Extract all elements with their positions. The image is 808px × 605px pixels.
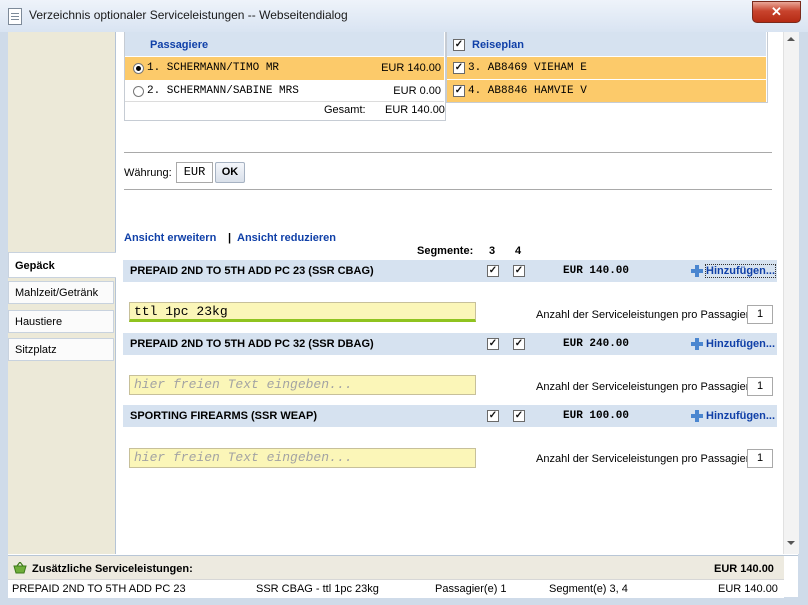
service-3-text-input[interactable]: hier freien Text eingeben...: [129, 448, 476, 468]
service-1-title: PREPAID 2ND TO 5TH ADD PC 23 (SSR CBAG): [130, 265, 374, 277]
view-link-separator: |: [228, 232, 232, 244]
window-frame-right: [798, 32, 808, 605]
service-2-seg3-checkbox[interactable]: ✓: [487, 338, 499, 350]
service-2-seg4-checkbox[interactable]: ✓: [513, 338, 525, 350]
passenger-1-amount: EUR 140.00: [381, 62, 441, 74]
passenger-total-value: EUR 140.00: [385, 104, 445, 116]
passenger-total-label: Gesamt:: [324, 104, 366, 116]
expand-view-link[interactable]: Ansicht erweitern: [124, 232, 216, 244]
service-2-title: PREPAID 2ND TO 5TH ADD PC 32 (SSR DBAG): [130, 338, 374, 350]
summary-amount: EUR 140.00: [718, 583, 778, 595]
service-1-count-input[interactable]: 1: [747, 305, 773, 324]
service-2-price: EUR 240.00: [563, 338, 630, 350]
itinerary-row-2[interactable]: ✓ 4. AB8846 HAMVIE V: [447, 80, 766, 102]
scroll-up-button[interactable]: [784, 33, 797, 46]
basket-icon: [13, 562, 27, 574]
summary-total: EUR 140.00: [714, 563, 774, 575]
service-3-add-icon: [691, 410, 703, 422]
summary-passengers: Passagier(e) 1: [435, 583, 507, 595]
window-title: Verzeichnis optionaler Serviceleistungen…: [29, 8, 348, 22]
summary-service-code: SSR CBAG - ttl 1pc 23kg: [256, 583, 379, 595]
service-1-seg3-checkbox[interactable]: ✓: [487, 265, 499, 277]
passenger-1-name: 1. SCHERMANN/TIMO MR: [147, 62, 280, 74]
reduce-view-link[interactable]: Ansicht reduzieren: [237, 232, 336, 244]
passenger-row-1[interactable]: 1. SCHERMANN/TIMO MR EUR 140.00: [125, 57, 444, 80]
itinerary-header-label: Reiseplan: [472, 39, 524, 51]
segments-label: Segmente:: [417, 245, 474, 257]
service-1-price: EUR 140.00: [563, 265, 630, 277]
sidebar-item-sitzplatz[interactable]: Sitzplatz: [8, 338, 114, 361]
passenger-2-radio[interactable]: [133, 86, 144, 97]
sidebar-item-gepaeck[interactable]: Gepäck: [8, 252, 116, 278]
currency-input[interactable]: EUR: [176, 162, 213, 183]
service-1-text-input[interactable]: ttl 1pc 23kg: [129, 302, 476, 322]
summary-title: Zusätzliche Serviceleistungen:: [32, 563, 193, 575]
itinerary-all-checkbox[interactable]: ✓: [453, 39, 465, 51]
service-3-add-button[interactable]: Hinzufügen...: [706, 410, 775, 422]
close-button[interactable]: ✕: [752, 1, 801, 23]
service-3-title: SPORTING FIREARMS (SSR WEAP): [130, 410, 318, 422]
service-1-add-icon: [691, 265, 703, 277]
service-3-seg4-checkbox[interactable]: ✓: [513, 410, 525, 422]
currency-ok-button[interactable]: OK: [215, 162, 245, 183]
service-1-add-button[interactable]: Hinzufügen...: [704, 264, 777, 278]
service-3-count-label: Anzahl der Serviceleistungen pro Passagi…: [536, 453, 753, 465]
passenger-2-name: 2. SCHERMANN/SABINE MRS: [147, 85, 299, 97]
service-1-count-label: Anzahl der Serviceleistungen pro Passagi…: [536, 309, 753, 321]
itinerary-1-checkbox[interactable]: ✓: [453, 62, 465, 74]
divider-top: [124, 152, 772, 153]
vertical-scrollbar[interactable]: [783, 32, 799, 554]
passenger-row-2[interactable]: 2. SCHERMANN/SABINE MRS EUR 0.00: [125, 80, 444, 103]
service-2-count-input[interactable]: 1: [747, 377, 773, 396]
itinerary-2-label: 4. AB8846 HAMVIE V: [468, 85, 587, 97]
scroll-up-icon: [786, 37, 795, 41]
scroll-down-button[interactable]: [784, 537, 797, 550]
sidebar-item-mahlzeit[interactable]: Mahlzeit/Getränk: [8, 281, 114, 304]
passenger-1-radio[interactable]: [133, 63, 144, 74]
service-1-seg4-checkbox[interactable]: ✓: [513, 265, 525, 277]
window-frame-left: [0, 32, 8, 605]
currency-label: Währung:: [124, 167, 172, 179]
summary-service-name: PREPAID 2ND TO 5TH ADD PC 23: [12, 583, 186, 595]
summary-segments: Segment(e) 3, 4: [549, 583, 628, 595]
segment-3-heading: 3: [489, 245, 496, 257]
service-3-seg3-checkbox[interactable]: ✓: [487, 410, 499, 422]
service-2-text-input[interactable]: hier freien Text eingeben...: [129, 375, 476, 395]
window-frame-bottom: [0, 597, 808, 605]
sidebar-item-haustiere[interactable]: Haustiere: [8, 310, 114, 333]
passenger-2-amount: EUR 0.00: [393, 85, 441, 97]
service-2-add-icon: [691, 338, 703, 350]
scroll-down-icon: [786, 541, 795, 545]
itinerary-row-1[interactable]: ✓ 3. AB8469 VIEHAM E: [447, 57, 766, 79]
divider-bottom: [124, 189, 772, 190]
service-3-count-input[interactable]: 1: [747, 449, 773, 468]
passenger-header-label: Passagiere: [150, 39, 209, 51]
service-2-count-label: Anzahl der Serviceleistungen pro Passagi…: [536, 381, 753, 393]
itinerary-2-checkbox[interactable]: ✓: [453, 85, 465, 97]
service-2-add-button[interactable]: Hinzufügen...: [706, 338, 775, 350]
segment-4-heading: 4: [515, 245, 522, 257]
service-3-price: EUR 100.00: [563, 410, 630, 422]
passenger-total-divider: [125, 101, 444, 102]
itinerary-1-label: 3. AB8469 VIEHAM E: [468, 62, 587, 74]
document-icon: [8, 8, 22, 25]
